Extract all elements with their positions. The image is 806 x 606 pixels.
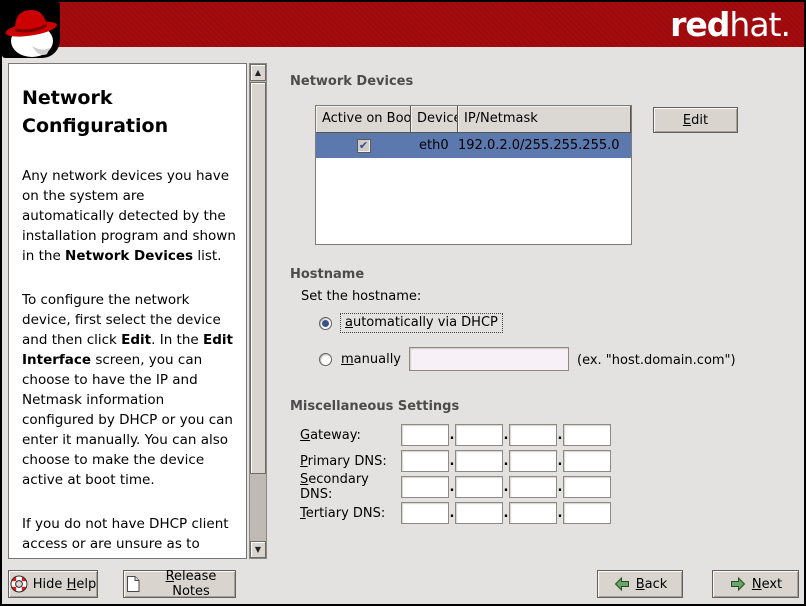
- ip-netmask-cell: 192.0.2.0/255.255.255.0: [458, 138, 631, 153]
- manually-radio[interactable]: [319, 353, 332, 366]
- help-paragraph-1: Any network devices you have on the syst…: [22, 166, 236, 266]
- misc-settings-heading: Miscellaneous Settings: [290, 399, 459, 414]
- hostname-input[interactable]: [409, 347, 569, 371]
- primary-dns-octet-2[interactable]: [455, 450, 503, 472]
- network-devices-heading: Network Devices: [290, 74, 413, 89]
- gateway-octet-3[interactable]: [509, 424, 557, 446]
- secondary-dns-octet-2[interactable]: [455, 476, 503, 498]
- secondary-dns-octet-3[interactable]: [509, 476, 557, 498]
- back-button[interactable]: Back: [597, 570, 683, 598]
- scrollbar-thumb[interactable]: [250, 82, 266, 474]
- tertiary-dns-octet-2[interactable]: [455, 502, 503, 524]
- tertiary-dns-octet-4[interactable]: [563, 502, 611, 524]
- tertiary-dns-octet-1[interactable]: [401, 502, 449, 524]
- hostname-heading: Hostname: [290, 267, 364, 282]
- misc-settings-grid: Gateway: ... Primary DNS: ... Secondary …: [300, 422, 611, 526]
- primary-dns-octet-3[interactable]: [509, 450, 557, 472]
- help-paragraph-3: If you do not have DHCP client access or…: [22, 514, 236, 559]
- manually-radio-label[interactable]: manually: [341, 352, 401, 367]
- next-button[interactable]: Next: [712, 570, 799, 598]
- primary-dns-label: Primary DNS:: [300, 454, 401, 469]
- arrow-right-icon: [729, 575, 747, 593]
- help-title: Network Configuration: [22, 84, 236, 140]
- primary-dns-row: Primary DNS: ...: [300, 448, 611, 474]
- gateway-label: Gateway:: [300, 428, 401, 443]
- table-header-row: Active on Boot Device IP/Netmask: [316, 106, 631, 133]
- secondary-dns-octet-1[interactable]: [401, 476, 449, 498]
- secondary-dns-row: Secondary DNS: ...: [300, 474, 611, 500]
- primary-dns-octet-1[interactable]: [401, 450, 449, 472]
- help-panel: Network Configuration Any network device…: [8, 63, 247, 559]
- tertiary-dns-octet-3[interactable]: [509, 502, 557, 524]
- dhcp-radio[interactable]: [319, 317, 332, 330]
- scrollbar-up-icon[interactable]: ▲: [250, 64, 266, 81]
- scrollbar-down-icon[interactable]: ▼: [250, 541, 266, 558]
- installer-window: redhat. Network Configuration Any networ…: [0, 0, 806, 606]
- dhcp-radio-label[interactable]: automatically via DHCP: [340, 313, 503, 333]
- active-on-boot-checkbox[interactable]: ✔: [357, 139, 371, 153]
- gateway-octet-1[interactable]: [401, 424, 449, 446]
- gateway-octet-2[interactable]: [455, 424, 503, 446]
- life-ring-icon: [10, 575, 28, 593]
- tertiary-dns-label: Tertiary DNS:: [300, 506, 401, 521]
- secondary-dns-label: Secondary DNS:: [300, 472, 401, 502]
- primary-dns-octet-4[interactable]: [563, 450, 611, 472]
- set-hostname-label: Set the hostname:: [301, 289, 421, 304]
- redhat-shadowman-logo-icon: [2, 2, 60, 58]
- network-devices-table: Active on Boot Device IP/Netmask ✔ eth0 …: [315, 105, 632, 245]
- wordmark-bold: red: [670, 5, 729, 44]
- gateway-row: Gateway: ...: [300, 422, 611, 448]
- document-icon: [124, 575, 142, 593]
- column-header-active-on-boot: Active on Boot: [316, 106, 411, 133]
- help-paragraph-2: To configure the network device, first s…: [22, 290, 236, 490]
- help-scrollbar[interactable]: ▲ ▼: [249, 63, 267, 559]
- tertiary-dns-row: Tertiary DNS: ...: [300, 500, 611, 526]
- hostname-example-hint: (ex. "host.domain.com"): [577, 353, 736, 368]
- gateway-octet-4[interactable]: [563, 424, 611, 446]
- column-header-ip-netmask: IP/Netmask: [458, 106, 631, 133]
- release-notes-button[interactable]: Release Notes: [123, 570, 236, 598]
- device-cell: eth0: [411, 138, 458, 153]
- column-header-device: Device: [411, 106, 458, 133]
- table-row[interactable]: ✔ eth0 192.0.2.0/255.255.255.0: [316, 133, 631, 158]
- arrow-left-icon: [613, 575, 631, 593]
- edit-button[interactable]: Edit: [653, 107, 738, 133]
- secondary-dns-octet-4[interactable]: [563, 476, 611, 498]
- hide-help-button[interactable]: Hide Help: [8, 570, 98, 598]
- redhat-wordmark: redhat.: [670, 6, 790, 44]
- wordmark-rest: hat.: [729, 5, 790, 44]
